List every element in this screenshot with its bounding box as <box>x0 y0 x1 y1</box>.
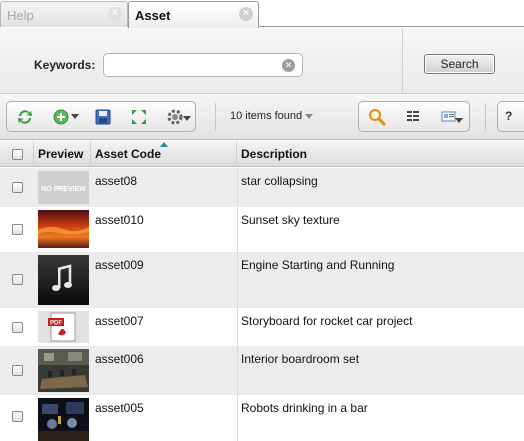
tab-asset[interactable]: Asset ✕ <box>128 1 259 28</box>
column-divider <box>237 168 238 207</box>
help-label: ? <box>505 109 513 123</box>
expand-icon[interactable] <box>129 107 149 127</box>
keywords-field[interactable]: ✕ <box>103 53 303 77</box>
robots-bar-thumbnail <box>38 398 89 441</box>
table-row[interactable]: asset006 Interior boardroom set <box>0 346 524 395</box>
table-row[interactable]: PDF asset007 Storyboard for rocket car p… <box>0 308 524 346</box>
items-found-label: 10 items found <box>230 110 303 122</box>
sort-ascending-icon <box>160 142 168 147</box>
header-asset-code-label: Asset Code <box>95 147 162 161</box>
column-divider <box>237 346 238 395</box>
header-description[interactable]: Description <box>237 141 524 167</box>
chevron-down-icon[interactable] <box>181 114 193 124</box>
select-all-checkbox[interactable] <box>12 149 23 160</box>
toolbar-divider <box>485 103 486 131</box>
pdf-icon: PDF <box>38 311 89 343</box>
table-row[interactable]: asset009 Engine Starting and Running <box>0 252 524 308</box>
tab-bar: Help ✕ Asset ✕ <box>0 0 524 28</box>
header-preview[interactable]: Preview <box>34 141 91 167</box>
column-divider <box>237 207 238 252</box>
keywords-input[interactable] <box>110 55 280 75</box>
asset-code: asset005 <box>95 401 144 415</box>
table-row[interactable]: NO PREVIEW asset08 star collapsing <box>0 168 524 207</box>
asset-description: Interior boardroom set <box>241 352 360 366</box>
asset-code: asset009 <box>95 258 144 272</box>
row-checkbox[interactable] <box>12 182 23 193</box>
toolbar-group-view <box>358 101 470 132</box>
boardroom-thumbnail <box>38 349 89 392</box>
svg-text:PDF: PDF <box>50 321 62 327</box>
toolbar-group-actions <box>6 101 196 132</box>
clear-icon[interactable]: ✕ <box>282 59 295 72</box>
header-select-all <box>0 141 34 167</box>
row-checkbox[interactable] <box>12 224 23 235</box>
table-row[interactable]: asset010 Sunset sky texture <box>0 207 524 252</box>
close-icon[interactable]: ✕ <box>108 7 122 21</box>
chevron-down-icon[interactable] <box>69 107 81 127</box>
table-header: Preview Asset Code Description <box>0 141 524 167</box>
save-icon[interactable] <box>93 107 113 127</box>
tab-help-label: Help <box>7 8 34 23</box>
asset-table: Preview Asset Code Description NO PREVIE… <box>0 141 524 441</box>
search-icon[interactable] <box>367 107 387 127</box>
toolbar-divider <box>215 103 216 131</box>
asset-description: Engine Starting and Running <box>241 258 395 272</box>
divider <box>402 28 403 94</box>
column-divider <box>237 395 238 441</box>
asset-description: Sunset sky texture <box>241 213 340 227</box>
asset-code: asset007 <box>95 314 144 328</box>
chevron-down-icon[interactable] <box>453 116 465 126</box>
column-divider <box>237 308 238 346</box>
asset-code: asset006 <box>95 352 144 366</box>
add-icon[interactable] <box>51 107 71 127</box>
tab-help[interactable]: Help ✕ <box>0 1 128 27</box>
no-preview-text: NO PREVIEW <box>41 186 86 193</box>
row-checkbox[interactable] <box>12 322 23 333</box>
list-view-icon[interactable] <box>403 107 423 127</box>
sunset-thumbnail <box>38 210 89 248</box>
chevron-down-icon <box>305 113 314 119</box>
asset-description: star collapsing <box>241 174 318 188</box>
column-divider <box>237 252 238 308</box>
asset-code: asset08 <box>95 174 138 188</box>
row-checkbox[interactable] <box>12 274 23 285</box>
close-icon[interactable]: ✕ <box>239 7 253 21</box>
tab-asset-label: Asset <box>135 8 171 23</box>
asset-code: asset010 <box>95 213 144 227</box>
row-checkbox[interactable] <box>12 411 23 422</box>
items-found-dropdown[interactable]: 10 items found <box>230 110 314 122</box>
audio-thumbnail <box>38 255 89 305</box>
table-row[interactable]: asset005 Robots drinking in a bar <box>0 395 524 441</box>
search-button[interactable]: Search <box>424 54 495 74</box>
row-checkbox[interactable] <box>12 365 23 376</box>
search-panel: Keywords: ✕ Search <box>0 28 524 94</box>
asset-description: Storyboard for rocket car project <box>241 314 413 328</box>
asset-description: Robots drinking in a bar <box>241 401 368 415</box>
keywords-label: Keywords: <box>34 58 96 72</box>
refresh-icon[interactable] <box>15 107 35 127</box>
toolbar: 10 items found ? <box>0 95 524 140</box>
no-preview-thumbnail: NO PREVIEW <box>38 171 89 204</box>
help-button[interactable]: ? <box>497 101 524 132</box>
